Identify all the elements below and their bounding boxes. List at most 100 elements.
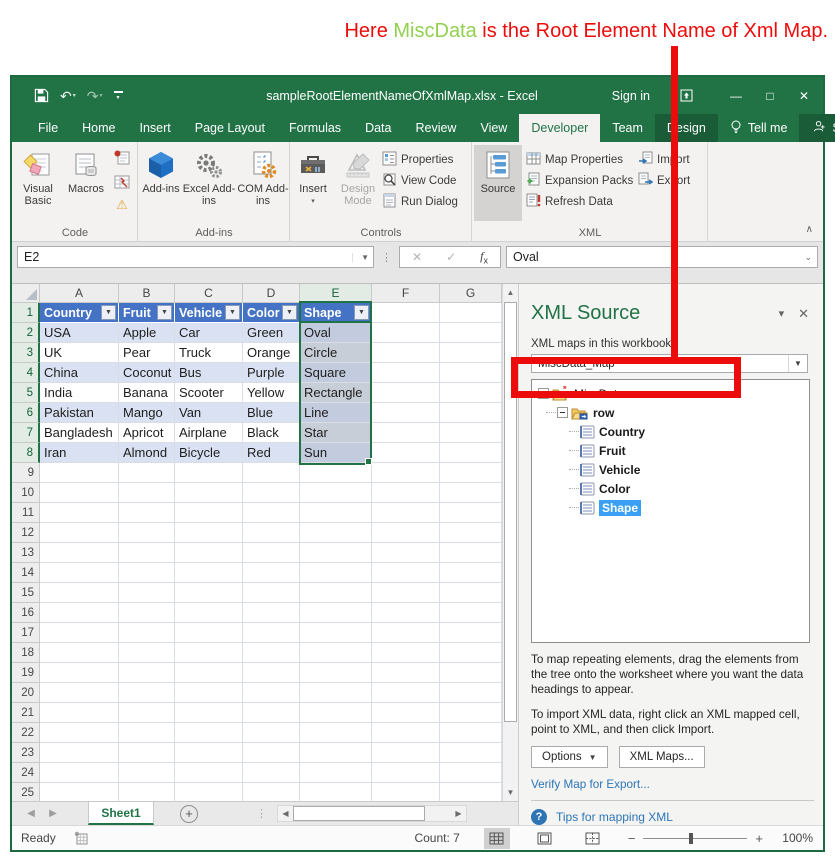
cell-A17[interactable] xyxy=(40,623,119,643)
cell-C19[interactable] xyxy=(175,663,243,683)
new-sheet-button[interactable]: + xyxy=(180,805,198,823)
zoom-in-button[interactable]: + xyxy=(755,831,763,846)
cell-G21[interactable] xyxy=(440,703,502,723)
macro-record-icon[interactable] xyxy=(74,831,88,845)
column-header-C[interactable]: C xyxy=(175,284,243,303)
expand-formula-bar-icon[interactable]: ⌄ xyxy=(804,252,812,263)
cell-G23[interactable] xyxy=(440,743,502,763)
cell-A20[interactable] xyxy=(40,683,119,703)
zoom-out-button[interactable]: − xyxy=(628,831,636,846)
design-mode-button[interactable]: Design Mode xyxy=(334,145,382,225)
cell-D22[interactable] xyxy=(243,723,300,743)
refresh-data-button[interactable]: Refresh Data xyxy=(526,191,638,212)
cell-E21[interactable] xyxy=(300,703,372,723)
cell-D4[interactable]: Purple xyxy=(243,363,300,383)
cell-A12[interactable] xyxy=(40,523,119,543)
cell-D24[interactable] xyxy=(243,763,300,783)
cell-G13[interactable] xyxy=(440,543,502,563)
tab-data[interactable]: Data xyxy=(353,114,403,142)
cell-D13[interactable] xyxy=(243,543,300,563)
row-header-14[interactable]: 14 xyxy=(12,563,40,583)
scroll-down-icon[interactable]: ▼ xyxy=(503,784,518,801)
tab-formulas[interactable]: Formulas xyxy=(277,114,353,142)
cell-B19[interactable] xyxy=(119,663,175,683)
cell-G11[interactable] xyxy=(440,503,502,523)
cell-B14[interactable] xyxy=(119,563,175,583)
column-header-F[interactable]: F xyxy=(372,284,440,303)
cell-B20[interactable] xyxy=(119,683,175,703)
cell-F10[interactable] xyxy=(372,483,440,503)
cell-C9[interactable] xyxy=(175,463,243,483)
cell-D18[interactable] xyxy=(243,643,300,663)
filter-dropdown-icon[interactable]: ▼ xyxy=(101,305,116,320)
cell-B17[interactable] xyxy=(119,623,175,643)
cell-D1[interactable]: Color▼ xyxy=(243,303,300,323)
cell-D10[interactable] xyxy=(243,483,300,503)
cell-C25[interactable] xyxy=(175,783,243,801)
map-properties-button[interactable]: Map Properties xyxy=(526,149,638,170)
cell-A9[interactable] xyxy=(40,463,119,483)
collapse-ribbon-icon[interactable]: ∧ xyxy=(806,224,813,235)
properties-button[interactable]: Properties xyxy=(382,149,469,170)
pane-close-icon[interactable]: ✕ xyxy=(798,306,809,322)
cell-E25[interactable] xyxy=(300,783,372,801)
insert-function-icon[interactable]: fx xyxy=(480,249,488,265)
row-header-23[interactable]: 23 xyxy=(12,743,40,763)
pane-options-icon[interactable]: ▾ xyxy=(779,307,785,320)
cell-F17[interactable] xyxy=(372,623,440,643)
cell-C1[interactable]: Vehicle▼ xyxy=(175,303,243,323)
cell-E10[interactable] xyxy=(300,483,372,503)
row-header-19[interactable]: 19 xyxy=(12,663,40,683)
cell-B1[interactable]: Fruit▼ xyxy=(119,303,175,323)
cell-F15[interactable] xyxy=(372,583,440,603)
name-box[interactable]: E2 ▼ xyxy=(17,246,374,268)
cell-E14[interactable] xyxy=(300,563,372,583)
row-header-1[interactable]: 1 xyxy=(12,303,40,323)
cell-E3[interactable]: Circle xyxy=(300,343,372,363)
row-header-11[interactable]: 11 xyxy=(12,503,40,523)
cell-C13[interactable] xyxy=(175,543,243,563)
cell-A10[interactable] xyxy=(40,483,119,503)
cell-F6[interactable] xyxy=(372,403,440,423)
cell-A7[interactable]: Bangladesh xyxy=(40,423,119,443)
cell-F13[interactable] xyxy=(372,543,440,563)
visual-basic-button[interactable]: Visual Basic xyxy=(14,145,62,225)
cell-D8[interactable]: Red xyxy=(243,443,300,463)
tab-tell-me[interactable]: Tell me xyxy=(718,114,800,142)
xml-maps-button[interactable]: XML Maps... xyxy=(619,746,705,768)
cell-A3[interactable]: UK xyxy=(40,343,119,363)
cell-F7[interactable] xyxy=(372,423,440,443)
macros-button[interactable]: Macros xyxy=(62,145,110,225)
cell-G16[interactable] xyxy=(440,603,502,623)
row-header-15[interactable]: 15 xyxy=(12,583,40,603)
row-header-22[interactable]: 22 xyxy=(12,723,40,743)
column-header-A[interactable]: A xyxy=(40,284,119,303)
cell-C12[interactable] xyxy=(175,523,243,543)
close-button[interactable]: ✕ xyxy=(787,77,821,114)
cell-C20[interactable] xyxy=(175,683,243,703)
cell-C2[interactable]: Car xyxy=(175,323,243,343)
cell-C10[interactable] xyxy=(175,483,243,503)
cell-G9[interactable] xyxy=(440,463,502,483)
cell-D17[interactable] xyxy=(243,623,300,643)
cell-B9[interactable] xyxy=(119,463,175,483)
cell-D11[interactable] xyxy=(243,503,300,523)
tab-insert[interactable]: Insert xyxy=(128,114,183,142)
cell-F16[interactable] xyxy=(372,603,440,623)
cell-E16[interactable] xyxy=(300,603,372,623)
cell-G18[interactable] xyxy=(440,643,502,663)
cell-C11[interactable] xyxy=(175,503,243,523)
cell-A6[interactable]: Pakistan xyxy=(40,403,119,423)
chevron-down-icon[interactable]: ▼ xyxy=(352,253,369,262)
cell-F4[interactable] xyxy=(372,363,440,383)
cell-E8[interactable]: Sun xyxy=(300,443,372,463)
cell-D23[interactable] xyxy=(243,743,300,763)
tree-item-fruit[interactable]: Fruit xyxy=(532,441,809,460)
cell-C18[interactable] xyxy=(175,643,243,663)
row-header-12[interactable]: 12 xyxy=(12,523,40,543)
scroll-right-icon[interactable]: ▶ xyxy=(451,806,466,821)
cell-C16[interactable] xyxy=(175,603,243,623)
cell-B10[interactable] xyxy=(119,483,175,503)
cell-A21[interactable] xyxy=(40,703,119,723)
cell-G12[interactable] xyxy=(440,523,502,543)
